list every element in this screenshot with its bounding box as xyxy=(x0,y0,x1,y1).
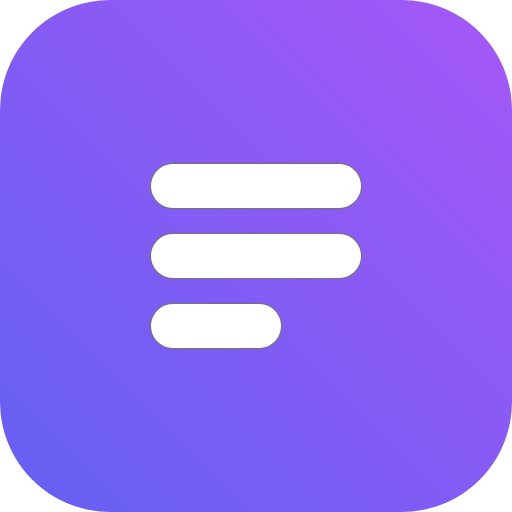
app-icon[interactable] xyxy=(0,0,512,512)
menu-line-top xyxy=(150,163,362,209)
menu-lines-icon xyxy=(0,0,512,512)
menu-line-short xyxy=(150,303,282,349)
menu-line-middle xyxy=(150,233,362,279)
